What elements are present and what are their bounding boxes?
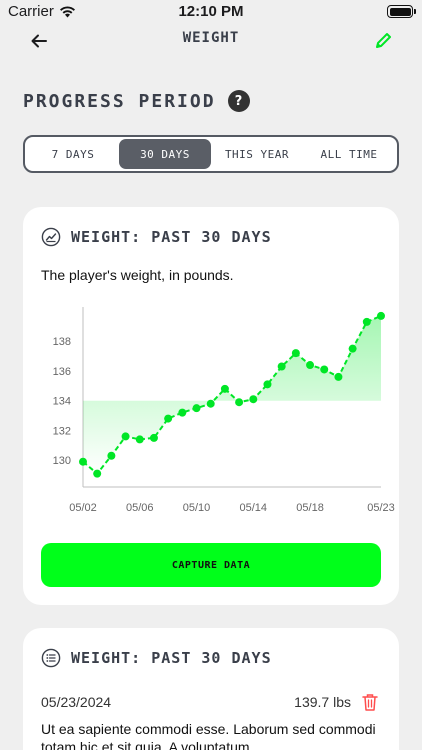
period-selector: 7 DAYS 30 DAYS THIS YEAR ALL TIME <box>23 135 399 173</box>
help-button[interactable]: ? <box>227 90 250 112</box>
data-point <box>362 317 371 326</box>
tab-all-time[interactable]: ALL TIME <box>303 139 395 169</box>
entry-date: 05/23/2024 <box>41 694 112 710</box>
data-point <box>93 469 102 478</box>
list-icon <box>41 648 61 668</box>
data-point <box>121 432 130 441</box>
status-time: 12:10 PM <box>178 3 244 20</box>
data-point <box>320 365 329 374</box>
data-point <box>192 404 201 413</box>
data-point <box>249 395 258 404</box>
data-point <box>277 362 286 371</box>
edit-button[interactable] <box>372 30 394 52</box>
x-tick-label: 05/02 <box>69 502 97 514</box>
data-point <box>263 380 272 389</box>
data-point <box>178 408 187 417</box>
nav-bar: WEIGHT <box>0 26 422 54</box>
trash-icon <box>362 694 378 711</box>
log-card: WEIGHT: PAST 30 DAYS 05/23/2024 139.7 lb… <box>23 628 399 750</box>
tab-this-year[interactable]: THIS YEAR <box>211 139 303 169</box>
data-point <box>220 384 229 393</box>
battery-icon <box>387 5 416 18</box>
tab-30-days[interactable]: 30 DAYS <box>119 139 211 169</box>
x-tick-label: 05/14 <box>240 502 268 514</box>
pencil-icon <box>376 33 391 48</box>
data-point <box>206 399 215 408</box>
y-tick-label: 132 <box>53 425 71 437</box>
log-card-title: WEIGHT: PAST 30 DAYS <box>71 649 272 667</box>
y-tick-label: 134 <box>53 396 71 408</box>
data-point <box>164 414 173 423</box>
data-point <box>291 349 300 358</box>
y-tick-label: 138 <box>53 336 71 348</box>
data-point <box>135 435 144 444</box>
data-point <box>377 311 385 320</box>
y-tick-label: 130 <box>53 455 71 467</box>
entry-note: Ut ea sapiente commodi esse. Laborum sed… <box>41 721 376 750</box>
data-point <box>306 361 315 370</box>
y-tick-label: 136 <box>53 366 71 378</box>
progress-period-title: PROGRESS PERIOD <box>23 90 216 112</box>
weight-line-chart: 130 132 134 136 138 05/02 05/06 05/10 05/14 05/1… <box>53 307 395 514</box>
x-tick-label: 05/06 <box>126 502 154 514</box>
x-tick-label: 05/10 <box>183 502 211 514</box>
capture-data-button[interactable]: CAPTURE DATA <box>41 543 381 587</box>
data-point <box>235 398 244 407</box>
data-point <box>334 372 343 381</box>
tab-7-days[interactable]: 7 DAYS <box>27 139 119 169</box>
data-point <box>79 457 87 466</box>
chart-card: WEIGHT: PAST 30 DAYS The player's weight… <box>23 207 399 605</box>
log-card-header: WEIGHT: PAST 30 DAYS <box>41 648 272 668</box>
x-tick-label: 05/18 <box>296 502 324 514</box>
status-bar: Carrier 12:10 PM <box>0 0 422 24</box>
data-point <box>149 433 158 442</box>
x-tick-label: 05/23 <box>367 502 395 514</box>
page-title: WEIGHT <box>182 30 240 46</box>
delete-entry-button[interactable] <box>361 692 379 712</box>
data-point <box>107 451 116 460</box>
entry-value: 139.7 lbs <box>294 694 351 710</box>
data-point <box>348 344 357 353</box>
progress-period-heading: PROGRESS PERIOD ? <box>23 90 250 112</box>
